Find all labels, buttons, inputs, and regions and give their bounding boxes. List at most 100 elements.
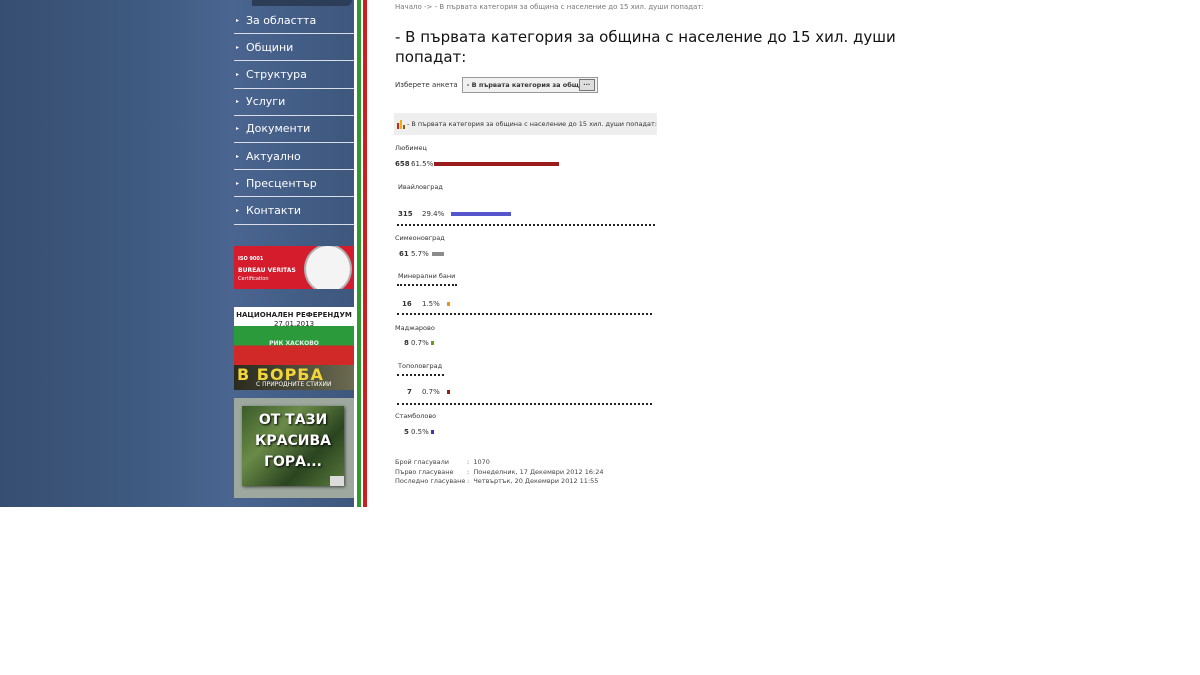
poll-option-name: Любимец — [395, 144, 427, 152]
menu-item-label: Общини — [246, 40, 294, 54]
poll-option-bar — [451, 212, 511, 216]
stats-value: Понеделник, 17 Декември 2012 16:24 — [473, 467, 604, 476]
separator — [397, 374, 444, 376]
poll-option-name: Ивайловград — [398, 183, 443, 191]
menu-item-structure[interactable]: ▸ Структура — [234, 61, 354, 89]
poll-stats: Брой гласували: 1070 Първо гласуване: По… — [395, 458, 603, 487]
forest-banner-line: ОТ ТАЗИ — [258, 412, 328, 428]
poll-option-bar — [447, 302, 450, 306]
menu-item-municipalities[interactable]: ▸ Общини — [234, 34, 354, 62]
menu-item-label: Документи — [246, 122, 311, 136]
menu-item-contacts[interactable]: ▸ Контакти — [234, 197, 354, 225]
poll-option-name: Минерални бани — [398, 272, 456, 280]
iso-banner-line: BUREAU VERITAS — [238, 267, 296, 274]
poll-option-name: Симеоновград — [395, 234, 445, 242]
stats-sep: : — [467, 467, 470, 476]
stats-label: Първо гласуване — [395, 467, 454, 476]
breadcrumb[interactable]: Начало -> - В първата категория за общин… — [395, 3, 704, 11]
menu-item-press[interactable]: ▸ Пресцентър — [234, 170, 354, 198]
select-button[interactable]: ... — [578, 79, 595, 91]
separator — [397, 403, 652, 405]
referendum-banner-line: РИК ХАСКОВО — [269, 340, 319, 347]
poll-option-count: 61 — [399, 250, 409, 258]
referendum-banner[interactable]: НАЦИОНАЛЕН РЕФЕРЕНДУМ 27.01.2013 РИК ХАС… — [234, 307, 354, 365]
poll-option-percent: 5.7% — [411, 250, 429, 258]
bullet-icon: ▸ — [236, 179, 240, 187]
menu-item-services[interactable]: ▸ Услуги — [234, 89, 354, 116]
bullet-icon: ▸ — [236, 125, 240, 133]
poll-option-percent: 29.4% — [422, 210, 445, 218]
menu-item-news[interactable]: ▸ Актуално — [234, 143, 354, 171]
menu-item-label: За областта — [246, 13, 317, 27]
menu-item-documents[interactable]: ▸ Документи — [234, 116, 354, 143]
page-title: - В първата категория за община с населе… — [395, 28, 896, 66]
page-curl-icon — [330, 476, 344, 486]
bureau-veritas-seal-icon — [304, 246, 352, 289]
iso-banner[interactable]: ISO 9001 BUREAU VERITAS Certification — [234, 246, 354, 289]
poll-header: - В първата категория за община с населе… — [394, 113, 657, 135]
poll-option-name: Маджарово — [395, 324, 435, 332]
bullet-icon: ▸ — [236, 206, 240, 214]
poll-option-percent: 61.5% — [411, 160, 434, 168]
poll-option-bar — [447, 390, 450, 394]
poll-option-name: Тополовград — [398, 362, 443, 370]
bullet-icon: ▸ — [236, 152, 240, 160]
bullet-icon: ▸ — [236, 43, 240, 51]
bullet-icon: ▸ — [236, 70, 240, 78]
menu-item-label: Контакти — [246, 203, 302, 217]
poll-option-bar — [431, 430, 434, 434]
menu-item-label: Актуално — [246, 149, 301, 163]
stats-sep: : — [467, 458, 470, 466]
stats-label: Брой гласували — [395, 458, 450, 466]
separator — [397, 313, 652, 315]
poll-select-value: - В първата категория за общин — [466, 81, 588, 89]
poll-option-name: Стамболово — [395, 412, 437, 420]
forest-image: ОТ ТАЗИ КРАСИВА ГОРА... — [242, 406, 344, 486]
poll-selector: Изберете анкета - В първата категория за… — [395, 77, 598, 93]
bullet-icon: ▸ — [236, 16, 240, 24]
poll-option-count: 315 — [398, 210, 413, 218]
stats-row: Брой гласували: 1070 — [395, 458, 603, 468]
poll-option-bar — [431, 341, 434, 345]
stats-value: Четвъртък, 20 Декември 2012 11:55 — [473, 477, 599, 485]
iso-banner-line: Certification — [238, 276, 269, 282]
poll-option-count: 5 — [404, 428, 409, 436]
menu-item-label: Пресцентър — [246, 176, 317, 190]
stats-value: 1070 — [473, 458, 490, 466]
poll-select-label: Изберете анкета — [395, 81, 458, 89]
poll-option-percent: 1.5% — [422, 300, 440, 308]
natural-disasters-banner[interactable]: В БОРБА С ПРИРОДНИТЕ СТИХИИ — [234, 365, 354, 390]
poll-option-count: 7 — [407, 388, 412, 396]
stats-label: Последно гласуване — [395, 477, 466, 485]
poll-option-percent: 0.7% — [411, 339, 429, 347]
poll-option-percent: 0.5% — [411, 428, 429, 436]
bullet-icon: ▸ — [236, 98, 240, 106]
stats-sep: : — [467, 477, 470, 485]
iso-banner-line: ISO 9001 — [238, 256, 264, 262]
stats-row: Първо гласуване: Понеделник, 17 Декември… — [395, 468, 603, 478]
menu-item-label: Структура — [246, 67, 307, 81]
poll-option-bar — [432, 252, 444, 256]
forest-banner-line: ГОРА... — [264, 454, 322, 470]
referendum-banner-line: 27.01.2013 — [273, 320, 315, 328]
separator — [397, 224, 655, 226]
poll-question: - В първата категория за община с населе… — [407, 120, 657, 128]
main-menu: ▸ За областта ▸ Общини ▸ Структура ▸ Услуги … — [234, 7, 354, 225]
poll-option-count: 8 — [404, 339, 409, 347]
fight-banner-line: С ПРИРОДНИТЕ СТИХИИ — [256, 381, 332, 388]
forest-banner-line: КРАСИВА — [254, 433, 332, 449]
separator — [397, 284, 457, 286]
poll-option-percent: 0.7% — [422, 388, 440, 396]
poll-chart-icon — [397, 119, 405, 129]
stats-row: Последно гласуване: Четвъртък, 20 Декемв… — [395, 477, 603, 487]
referendum-banner-line: НАЦИОНАЛЕН РЕФЕРЕНДУМ — [236, 311, 352, 319]
poll-select[interactable]: - В първата категория за общин ... — [461, 77, 598, 93]
menu-item-region[interactable]: ▸ За областта — [234, 7, 354, 35]
poll-option-count: 658 — [395, 160, 410, 168]
forest-banner[interactable]: ОТ ТАЗИ КРАСИВА ГОРА... — [234, 398, 354, 498]
poll-option-bar — [434, 162, 559, 166]
sidebar-header-shape — [252, 0, 352, 6]
poll-option-count: 16 — [402, 300, 412, 308]
flag-stripes — [354, 0, 367, 507]
menu-item-label: Услуги — [246, 95, 286, 109]
